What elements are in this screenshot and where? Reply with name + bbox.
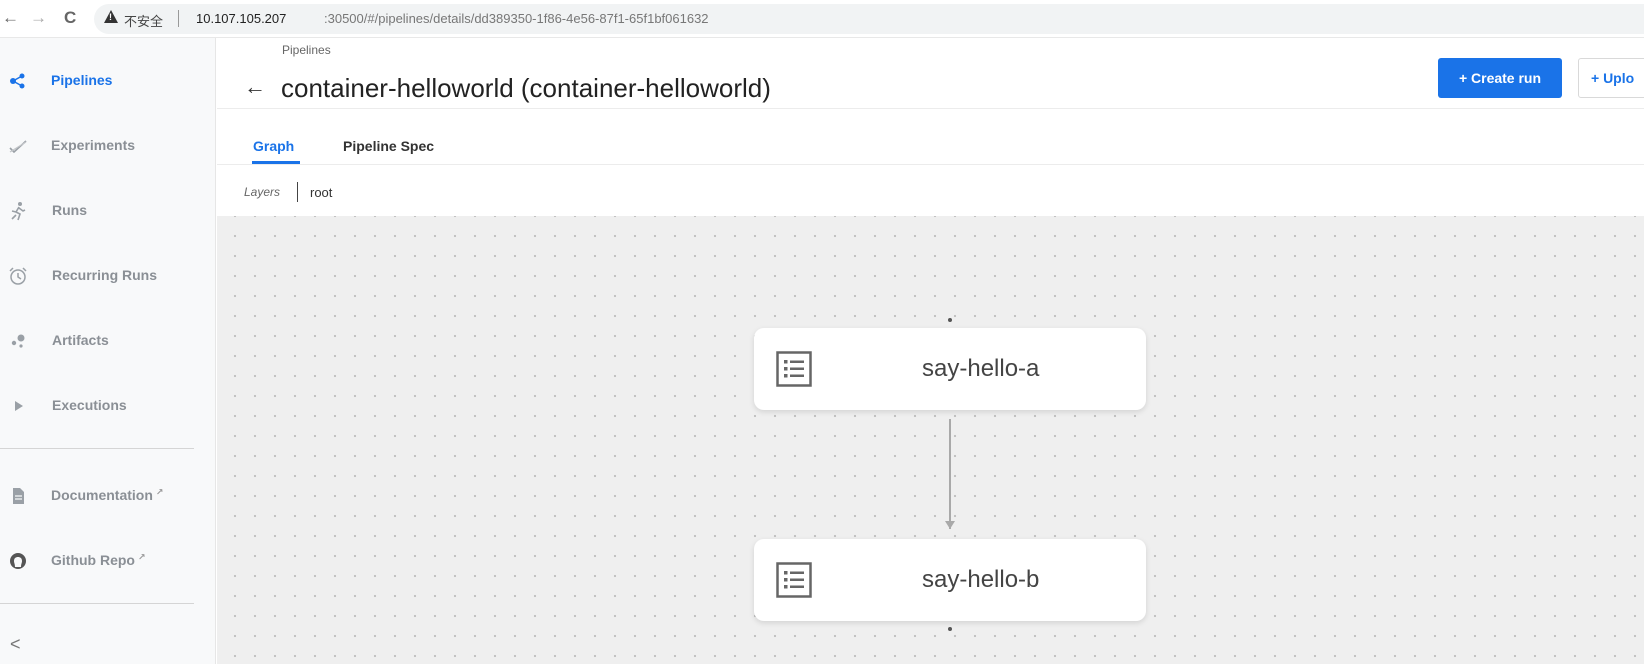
sidebar-item-experiments[interactable]: Experiments bbox=[0, 126, 216, 166]
back-arrow-icon[interactable]: ← bbox=[244, 74, 266, 100]
sidebar-item-label: Runs bbox=[52, 202, 87, 218]
sidebar-item-pipelines[interactable]: Pipelines bbox=[0, 61, 216, 101]
pipelines-icon bbox=[10, 73, 25, 89]
tab-graph[interactable]: Graph bbox=[253, 138, 294, 154]
sidebar-item-label: Recurring Runs bbox=[52, 267, 158, 283]
back-nav-icon[interactable]: ← bbox=[2, 8, 19, 28]
runs-icon bbox=[11, 202, 26, 221]
edge-arrowhead bbox=[945, 521, 955, 529]
alarm-clock-icon bbox=[9, 267, 27, 285]
header-divider bbox=[217, 108, 1644, 109]
url-path: :30500/#/pipelines/details/dd389350-1f86… bbox=[324, 11, 709, 26]
external-link-icon: ↗ bbox=[138, 552, 146, 562]
sidebar-item-runs[interactable]: Runs bbox=[0, 191, 216, 231]
collapse-sidebar-icon[interactable]: < bbox=[10, 634, 21, 655]
url-divider bbox=[178, 10, 179, 27]
sidebar-item-executions[interactable]: Executions bbox=[0, 386, 216, 426]
graph-edge bbox=[949, 419, 951, 529]
sidebar-item-label: Pipelines bbox=[51, 72, 113, 88]
node-label: say-hello-b bbox=[922, 566, 1040, 593]
address-bar[interactable]: 不安全 10.107.105.207 :30500/#/pipelines/de… bbox=[94, 4, 1644, 34]
list-icon bbox=[776, 562, 812, 598]
artifacts-icon bbox=[11, 334, 25, 348]
github-icon bbox=[10, 553, 26, 569]
node-input-port bbox=[948, 318, 952, 322]
breadcrumb[interactable]: Pipelines bbox=[282, 43, 331, 57]
sidebar-item-label: Executions bbox=[52, 397, 127, 413]
sidebar-item-label: Experiments bbox=[51, 137, 136, 153]
tabs-divider bbox=[217, 164, 1644, 165]
sidebar-link-label: Github Repo ↗ bbox=[51, 552, 146, 568]
external-link-icon: ↗ bbox=[155, 487, 164, 497]
create-run-button[interactable]: + Create run bbox=[1438, 58, 1562, 98]
layers-label: Layers bbox=[244, 185, 281, 199]
sidebar-item-label: Artifacts bbox=[52, 332, 109, 348]
url-host: 10.107.105.207 bbox=[196, 11, 287, 26]
reload-icon[interactable]: C bbox=[64, 8, 76, 28]
sidebar-divider bbox=[0, 603, 194, 604]
experiments-icon bbox=[9, 140, 27, 154]
sidebar-item-recurring-runs[interactable]: Recurring Runs bbox=[0, 256, 216, 296]
sidebar-item-artifacts[interactable]: Artifacts bbox=[0, 321, 216, 361]
insecure-label[interactable]: 不安全 bbox=[124, 11, 163, 30]
node-label: say-hello-a bbox=[922, 355, 1040, 382]
play-icon bbox=[15, 401, 23, 411]
document-icon bbox=[13, 488, 24, 504]
layer-root-crumb[interactable]: root bbox=[310, 185, 332, 200]
tab-pipeline-spec[interactable]: Pipeline Spec bbox=[343, 138, 434, 154]
sidebar-divider bbox=[0, 448, 194, 449]
graph-node-say-hello-a[interactable]: say-hello-a bbox=[754, 328, 1146, 410]
list-icon bbox=[776, 351, 812, 387]
sidebar-link-label: Documentation ↗ bbox=[51, 487, 164, 503]
forward-nav-icon[interactable]: → bbox=[30, 8, 47, 28]
node-output-port bbox=[948, 627, 952, 631]
sidebar-link-documentation[interactable]: Documentation ↗ bbox=[0, 476, 216, 516]
sidebar: Pipelines Experiments Runs Recurring Run… bbox=[0, 38, 216, 664]
page-title: container-helloworld (container-hellowor… bbox=[281, 73, 771, 103]
browser-toolbar: ← → C 不安全 10.107.105.207 :30500/#/pipeli… bbox=[0, 0, 1644, 38]
upload-version-button[interactable]: + Uplo bbox=[1578, 58, 1644, 98]
layers-divider bbox=[297, 182, 298, 202]
graph-node-say-hello-b[interactable]: say-hello-b bbox=[754, 539, 1146, 621]
sidebar-link-github[interactable]: Github Repo ↗ bbox=[0, 541, 216, 581]
warning-icon bbox=[104, 10, 118, 23]
